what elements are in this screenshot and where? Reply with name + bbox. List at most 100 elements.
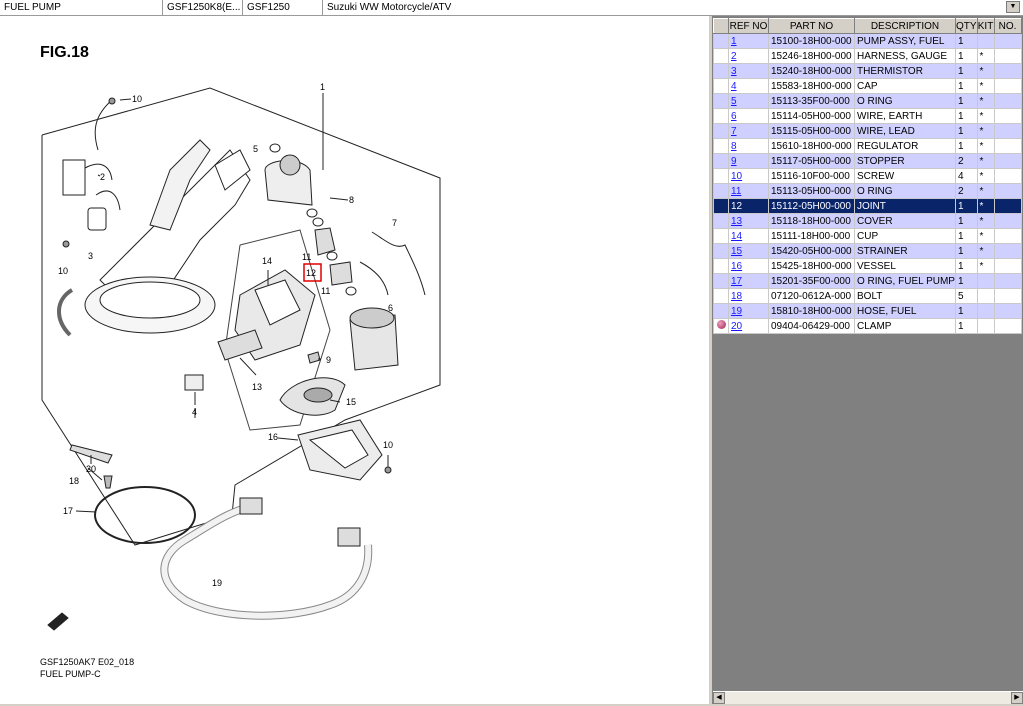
cell-ref-no[interactable]: 18: [728, 288, 769, 304]
callout[interactable]: 5: [253, 144, 258, 154]
ref-link[interactable]: 14: [731, 231, 742, 242]
callout[interactable]: 8: [349, 195, 354, 205]
ref-link[interactable]: 4: [731, 81, 737, 92]
row-selector[interactable]: [713, 288, 729, 304]
cell-ref-no[interactable]: 14: [728, 228, 769, 244]
row-selector[interactable]: [713, 198, 729, 214]
table-row[interactable]: 11 15113-05H00-000 O RING 2 *: [713, 183, 1022, 199]
table-row[interactable]: 5 15113-35F00-000 O RING 1 *: [713, 93, 1022, 109]
cell-ref-no[interactable]: 11: [728, 183, 769, 199]
cell-ref-no[interactable]: 9: [728, 153, 769, 169]
row-selector[interactable]: [713, 168, 729, 184]
row-selector[interactable]: [713, 108, 729, 124]
callout[interactable]: 10: [383, 440, 393, 450]
ref-link[interactable]: 9: [731, 156, 737, 167]
cell-ref-no[interactable]: 17: [728, 273, 769, 289]
callout[interactable]: 20: [86, 464, 96, 474]
column-header-ref-no[interactable]: REF NO: [728, 18, 769, 34]
cell-ref-no[interactable]: 19: [728, 303, 769, 319]
column-header-no[interactable]: NO.: [993, 18, 1022, 34]
row-selector[interactable]: [713, 213, 729, 229]
row-selector[interactable]: [713, 138, 729, 154]
ref-link[interactable]: 2: [731, 51, 737, 62]
callout[interactable]: 9: [326, 355, 331, 365]
table-row[interactable]: 1 15100-18H00-000 PUMP ASSY, FUEL 1: [713, 33, 1022, 49]
callout[interactable]: 19: [212, 578, 222, 588]
callout[interactable]: 10: [132, 94, 142, 104]
cell-ref-no[interactable]: 12: [728, 198, 769, 214]
row-selector[interactable]: [713, 258, 729, 274]
row-selector[interactable]: [713, 228, 729, 244]
ref-link[interactable]: 10: [731, 171, 742, 182]
callout[interactable]: 11: [302, 252, 311, 262]
ref-link[interactable]: 11: [731, 186, 741, 197]
callout[interactable]: 11: [321, 286, 330, 296]
callout[interactable]: 15: [346, 397, 356, 407]
callout[interactable]: 16: [268, 432, 278, 442]
column-header-description[interactable]: DESCRIPTION: [854, 18, 956, 34]
cell-ref-no[interactable]: 3: [728, 63, 769, 79]
table-row[interactable]: 19 15810-18H00-000 HOSE, FUEL 1: [713, 303, 1022, 319]
table-row[interactable]: 7 15115-05H00-000 WIRE, LEAD 1 *: [713, 123, 1022, 139]
table-row[interactable]: 2 15246-18H00-000 HARNESS, GAUGE 1 *: [713, 48, 1022, 64]
row-selector[interactable]: [713, 78, 729, 94]
cell-ref-no[interactable]: 2: [728, 48, 769, 64]
callout[interactable]: 17: [63, 506, 73, 516]
row-selector[interactable]: [713, 33, 729, 49]
cell-ref-no[interactable]: 6: [728, 108, 769, 124]
row-selector[interactable]: [713, 153, 729, 169]
ref-link[interactable]: 20: [731, 321, 742, 332]
cell-ref-no[interactable]: 5: [728, 93, 769, 109]
table-row[interactable]: 17 15201-35F00-000 O RING, FUEL PUMP 1: [713, 273, 1022, 289]
callout[interactable]: 13: [252, 382, 262, 392]
table-row[interactable]: 16 15425-18H00-000 VESSEL 1 *: [713, 258, 1022, 274]
row-selector[interactable]: [713, 303, 729, 319]
callout[interactable]: 7: [392, 218, 397, 228]
callout[interactable]: 3: [88, 251, 93, 261]
cell-ref-no[interactable]: 7: [728, 123, 769, 139]
ref-link[interactable]: 17: [731, 276, 742, 287]
ref-link[interactable]: 13: [731, 216, 742, 227]
cell-ref-no[interactable]: 1: [728, 33, 769, 49]
ref-link[interactable]: 7: [731, 126, 737, 137]
scroll-left-button[interactable]: ◀: [713, 692, 725, 704]
cell-ref-no[interactable]: 15: [728, 243, 769, 259]
scroll-right-button[interactable]: ▶: [1011, 692, 1023, 704]
table-row[interactable]: 18 07120-0612A-000 BOLT 5: [713, 288, 1022, 304]
dropdown-button[interactable]: ▼: [1006, 1, 1020, 13]
table-row[interactable]: 20 09404-06429-000 CLAMP 1: [713, 318, 1022, 334]
row-selector[interactable]: [713, 63, 729, 79]
ref-link[interactable]: 1: [731, 36, 737, 47]
callout[interactable]: 6: [388, 303, 393, 313]
table-row[interactable]: 13 15118-18H00-000 COVER 1 *: [713, 213, 1022, 229]
table-row[interactable]: 10 15116-10F00-000 SCREW 4 *: [713, 168, 1022, 184]
ref-link[interactable]: 15: [731, 246, 742, 257]
row-selector[interactable]: [713, 273, 729, 289]
row-selector[interactable]: [713, 318, 729, 334]
ref-link[interactable]: 3: [731, 66, 737, 77]
row-selector[interactable]: [713, 93, 729, 109]
ref-link[interactable]: 19: [731, 306, 742, 317]
table-row-selected[interactable]: 12 15112-05H00-000 JOINT 1 *: [713, 198, 1022, 214]
column-header-qty[interactable]: QTY: [954, 18, 978, 34]
table-row[interactable]: 8 15610-18H00-000 REGULATOR 1 *: [713, 138, 1022, 154]
cell-ref-no[interactable]: 13: [728, 213, 769, 229]
column-header-part-no[interactable]: PART NO: [768, 18, 855, 34]
cell-ref-no[interactable]: 16: [728, 258, 769, 274]
table-row[interactable]: 14 15111-18H00-000 CUP 1 *: [713, 228, 1022, 244]
cell-ref-no[interactable]: 8: [728, 138, 769, 154]
column-header-kit[interactable]: KIT: [976, 18, 995, 34]
table-row[interactable]: 3 15240-18H00-000 THERMISTOR 1 *: [713, 63, 1022, 79]
ref-link[interactable]: 16: [731, 261, 742, 272]
ref-link[interactable]: 6: [731, 111, 737, 122]
table-row[interactable]: 4 15583-18H00-000 CAP 1 *: [713, 78, 1022, 94]
row-selector[interactable]: [713, 183, 729, 199]
cell-ref-no[interactable]: 20: [728, 318, 769, 334]
ref-link[interactable]: 18: [731, 291, 742, 302]
cell-ref-no[interactable]: 4: [728, 78, 769, 94]
cell-ref-no[interactable]: 10: [728, 168, 769, 184]
table-row[interactable]: 9 15117-05H00-000 STOPPER 2 *: [713, 153, 1022, 169]
callout[interactable]: 1: [320, 82, 325, 92]
callout[interactable]: 2: [100, 172, 105, 182]
ref-link[interactable]: 5: [731, 96, 737, 107]
